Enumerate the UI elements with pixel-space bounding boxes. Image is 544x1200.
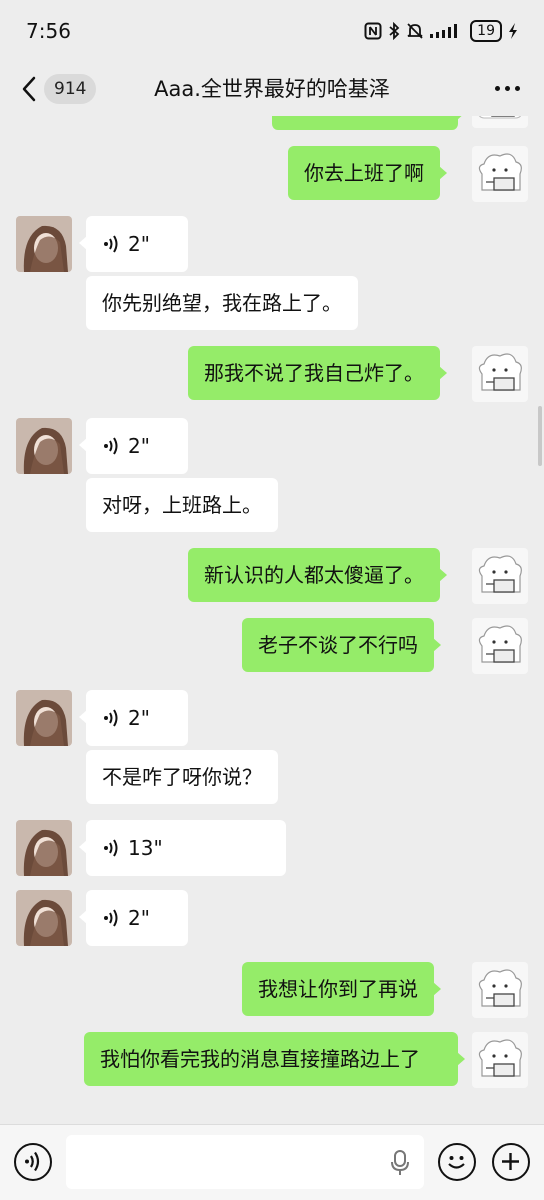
- voice-wave-icon: [104, 839, 118, 857]
- message-bubble-mine[interactable]: 我想让你到了再说: [242, 962, 441, 1016]
- message-bubble-theirs[interactable]: 对呀，上班路上。: [86, 478, 278, 532]
- voice-duration: 2": [128, 906, 150, 930]
- chat-header: 914 Aaa.全世界最好的哈基泽: [0, 62, 544, 116]
- contact-photo: [16, 690, 72, 746]
- my-avatar[interactable]: [472, 1032, 528, 1088]
- cartoon-avatar-icon: [478, 116, 522, 119]
- voice-input-button[interactable]: [14, 1143, 52, 1181]
- cartoon-avatar-icon: [478, 969, 522, 1007]
- my-avatar[interactable]: [472, 146, 528, 202]
- charging-icon: [509, 23, 517, 39]
- voice-duration: 2": [128, 232, 150, 256]
- plus-icon: [502, 1153, 519, 1170]
- emoji-icon: [448, 1156, 465, 1169]
- my-avatar[interactable]: [472, 618, 528, 674]
- my-avatar[interactable]: [472, 962, 528, 1018]
- status-bar: 7:56 19: [0, 0, 544, 62]
- microphone-icon[interactable]: [388, 1149, 412, 1177]
- contact-avatar[interactable]: [16, 690, 72, 746]
- bluetooth-icon: [389, 22, 400, 40]
- contact-photo: [16, 890, 72, 946]
- message-bubble-mine[interactable]: 老子不谈了不行吗: [242, 618, 441, 672]
- voice-wave-icon: [104, 235, 118, 253]
- my-avatar[interactable]: [472, 548, 528, 604]
- voice-mode-icon: [25, 1151, 40, 1172]
- scrollbar[interactable]: [538, 406, 542, 466]
- message-bubble-mine[interactable]: 那我不说了我自己炸了。: [188, 346, 447, 400]
- message-bubble-theirs[interactable]: 不是咋了呀你说？: [86, 750, 278, 804]
- voice-duration: 13": [128, 836, 163, 860]
- voice-duration: 2": [128, 706, 150, 730]
- message-bubble-theirs[interactable]: 你先别绝望，我在路上了。: [86, 276, 358, 330]
- message-bubble-mine[interactable]: 你去上班了啊: [288, 146, 447, 200]
- cartoon-avatar-icon: [478, 1039, 522, 1077]
- signal-icon: [430, 24, 458, 38]
- cartoon-avatar-icon: [478, 153, 522, 191]
- more-options-icon[interactable]: [495, 86, 520, 91]
- voice-wave-icon: [104, 437, 118, 455]
- battery-icon: 19: [470, 20, 502, 42]
- voice-message-bubble[interactable]: 2": [79, 418, 188, 474]
- emoji-button[interactable]: [438, 1143, 476, 1181]
- cartoon-avatar-icon: [478, 353, 522, 391]
- contact-avatar[interactable]: [16, 418, 72, 474]
- voice-wave-icon: [104, 909, 118, 927]
- contact-photo: [16, 820, 72, 876]
- contact-avatar[interactable]: [16, 820, 72, 876]
- voice-message-bubble[interactable]: 2": [79, 890, 188, 946]
- message-bubble-partial[interactable]: [272, 116, 465, 130]
- my-avatar[interactable]: [472, 346, 528, 402]
- contact-avatar[interactable]: [16, 216, 72, 272]
- voice-duration: 2": [128, 434, 150, 458]
- message-input[interactable]: [66, 1135, 424, 1189]
- message-bubble-mine[interactable]: 新认识的人都太傻逼了。: [188, 548, 447, 602]
- mute-icon: [407, 23, 423, 39]
- cartoon-avatar-icon: [478, 555, 522, 593]
- message-list[interactable]: 你去上班了啊 2" 你先别绝望，我在路上了。 那我不说了我自己炸了。 2" 对呀…: [0, 116, 544, 1124]
- add-more-button[interactable]: [492, 1143, 530, 1181]
- voice-message-bubble[interactable]: 2": [79, 690, 188, 746]
- contact-photo: [16, 216, 72, 272]
- voice-wave-icon: [104, 709, 118, 727]
- cartoon-avatar-icon: [478, 625, 522, 663]
- contact-photo: [16, 418, 72, 474]
- message-bubble-mine[interactable]: 我怕你看完我的消息直接撞路边上了: [84, 1032, 465, 1086]
- voice-message-bubble[interactable]: 13": [79, 820, 286, 876]
- my-avatar[interactable]: [472, 116, 528, 128]
- chat-title: Aaa.全世界最好的哈基泽: [154, 77, 390, 101]
- input-bar: [0, 1124, 544, 1200]
- status-time: 7:56: [26, 19, 71, 43]
- voice-message-bubble[interactable]: 2": [79, 216, 188, 272]
- contact-avatar[interactable]: [16, 890, 72, 946]
- nfc-icon: [364, 22, 382, 40]
- status-icons: 19: [364, 20, 518, 42]
